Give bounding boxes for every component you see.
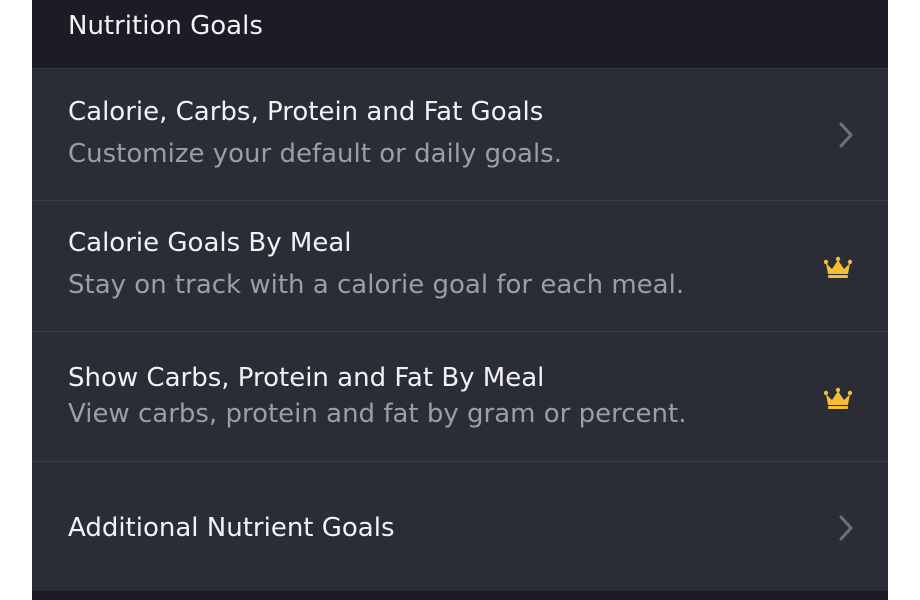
page-title: Nutrition Goals bbox=[68, 11, 263, 41]
row-macro-goals[interactable]: Calorie, Carbs, Protein and Fat Goals Cu… bbox=[32, 69, 888, 201]
section-header: Nutrition Goals bbox=[32, 0, 888, 69]
row-title: Show Carbs, Protein and Fat By Meal bbox=[68, 363, 545, 393]
row-subtitle: View carbs, protein and fat by gram or p… bbox=[68, 399, 687, 429]
settings-screen: Nutrition Goals Calorie, Carbs, Protein … bbox=[32, 0, 888, 600]
section-divider bbox=[32, 591, 888, 600]
row-macros-by-meal[interactable]: Show Carbs, Protein and Fat By Meal View… bbox=[32, 332, 888, 462]
crown-icon bbox=[824, 256, 852, 278]
row-calorie-goals-by-meal[interactable]: Calorie Goals By Meal Stay on track with… bbox=[32, 201, 888, 332]
row-additional-nutrient-goals[interactable]: Additional Nutrient Goals bbox=[32, 462, 888, 591]
chevron-right-icon bbox=[839, 515, 853, 541]
row-subtitle: Stay on track with a calorie goal for ea… bbox=[68, 270, 685, 300]
row-subtitle: Customize your default or daily goals. bbox=[68, 139, 562, 169]
crown-icon bbox=[824, 387, 852, 409]
chevron-right-icon bbox=[839, 122, 853, 148]
row-title: Calorie, Carbs, Protein and Fat Goals bbox=[68, 97, 544, 127]
row-title: Additional Nutrient Goals bbox=[68, 513, 395, 543]
row-title: Calorie Goals By Meal bbox=[68, 228, 352, 258]
